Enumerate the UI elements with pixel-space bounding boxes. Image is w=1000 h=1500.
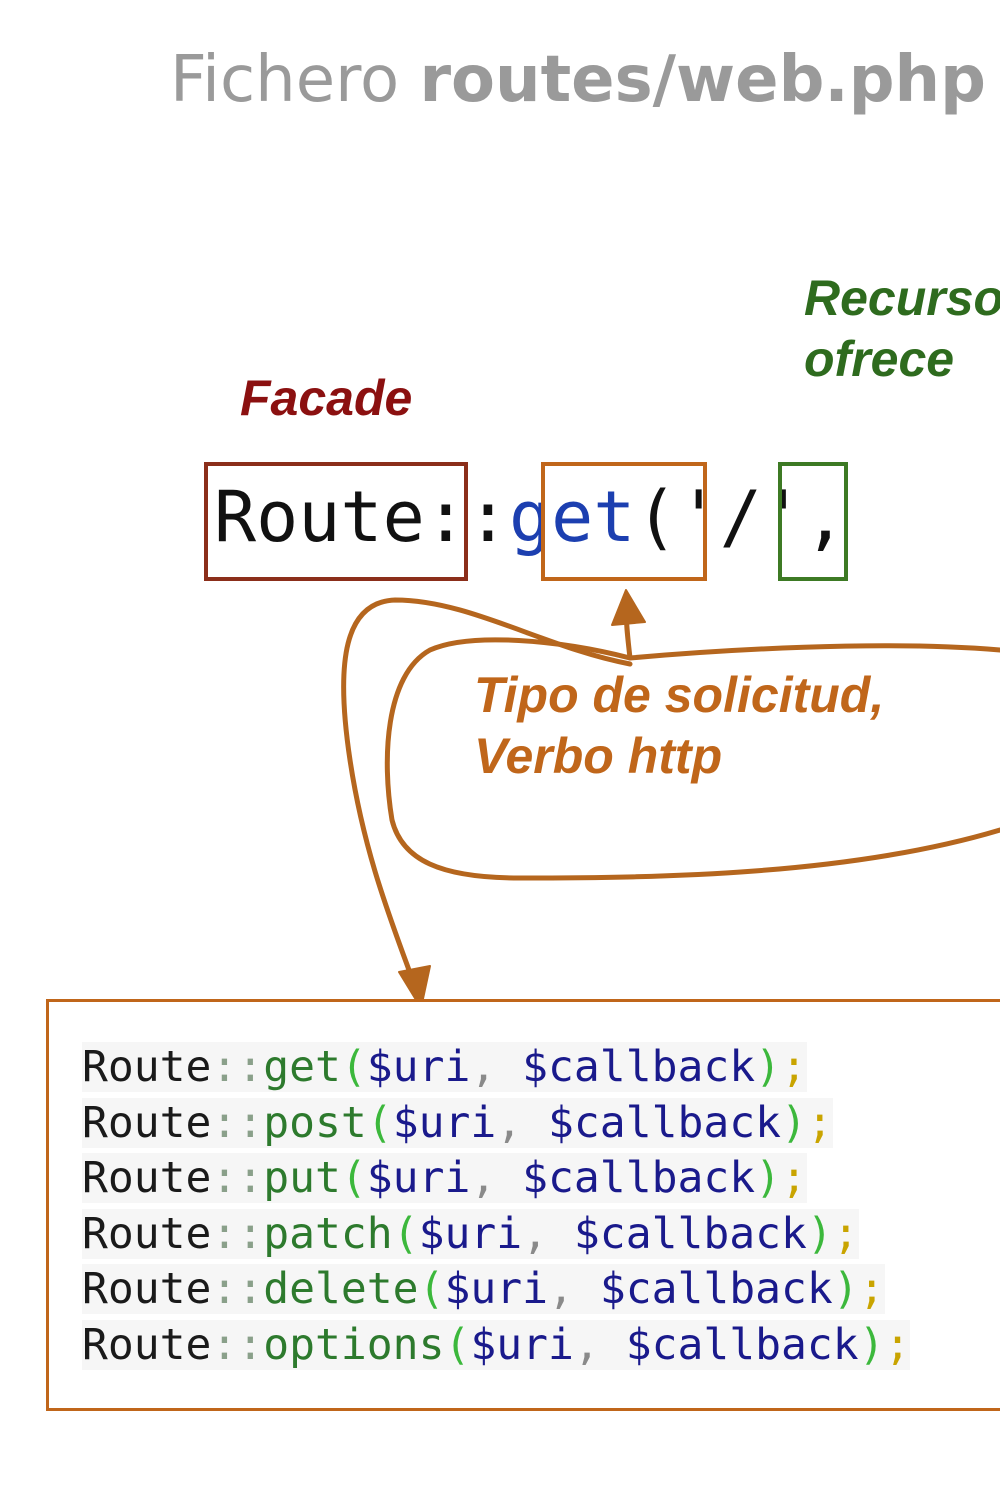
method-sep: :: <box>211 1097 264 1148</box>
method-name: get <box>263 1042 341 1092</box>
method-line-post: Route::post($uri, $callback); <box>82 1096 910 1152</box>
method-close: ) <box>781 1097 807 1148</box>
tipo-loop <box>384 637 1000 881</box>
method-sep: :: <box>211 1319 264 1370</box>
method-comma: , <box>470 1153 523 1203</box>
method-close: ) <box>755 1153 782 1203</box>
method-line-get: Route::get($uri, $callback); <box>82 1040 910 1096</box>
method-line-text: Route::get($uri, $callback); <box>82 1042 807 1092</box>
method-line-text: Route::options($uri, $callback); <box>82 1319 911 1370</box>
method-arg1: $uri <box>366 1153 471 1203</box>
method-line-options: Route::options($uri, $callback); <box>82 1318 911 1374</box>
method-close: ) <box>755 1042 782 1092</box>
method-arg1: $uri <box>366 1042 471 1092</box>
method-arg1: $uri <box>470 1319 574 1370</box>
verb-arrow-head <box>611 589 646 626</box>
method-sep: :: <box>211 1208 264 1259</box>
methods-list: Route::get($uri, $callback); Route::post(… <box>82 1040 911 1374</box>
method-comma: , <box>496 1097 549 1148</box>
method-arg2: $callback <box>625 1319 859 1370</box>
method-arg2: $callback <box>599 1264 833 1314</box>
method-open: ( <box>340 1153 367 1203</box>
method-arg1: $uri <box>418 1208 523 1259</box>
method-close: ) <box>832 1264 859 1314</box>
method-open: ( <box>418 1264 445 1314</box>
method-sep: :: <box>211 1264 264 1314</box>
method-name: options <box>263 1319 445 1370</box>
method-sep: :: <box>211 1153 264 1203</box>
method-line-text: Route::delete($uri, $callback); <box>82 1264 885 1314</box>
method-line-text: Route::put($uri, $callback); <box>82 1153 807 1203</box>
method-comma: , <box>573 1319 626 1370</box>
method-comma: , <box>470 1042 523 1092</box>
method-comma: , <box>522 1208 574 1259</box>
method-line-delete: Route::delete($uri, $callback); <box>82 1262 910 1318</box>
method-line-put: Route::put($uri, $callback); <box>82 1151 910 1207</box>
method-sep: :: <box>211 1042 264 1092</box>
method-arg1: $uri <box>392 1097 497 1148</box>
method-open: ( <box>340 1042 367 1092</box>
method-arg1: $uri <box>444 1264 549 1314</box>
method-open: ( <box>366 1097 393 1148</box>
method-line-patch: Route::patch($uri, $callback); <box>82 1207 910 1263</box>
method-prefix: Route <box>82 1208 212 1259</box>
method-close: ) <box>806 1208 833 1259</box>
method-semi: ; <box>781 1042 807 1092</box>
method-open: ( <box>392 1208 419 1259</box>
method-prefix: Route <box>82 1042 212 1092</box>
method-semi: ; <box>832 1208 859 1259</box>
method-arg2: $callback <box>522 1153 756 1203</box>
method-arg2: $callback <box>548 1097 782 1148</box>
method-close: ) <box>858 1319 885 1370</box>
method-prefix: Route <box>82 1153 212 1203</box>
method-line-text: Route::patch($uri, $callback); <box>82 1208 859 1259</box>
method-prefix: Route <box>82 1097 212 1148</box>
method-open: ( <box>444 1319 471 1370</box>
method-semi: ; <box>858 1264 885 1314</box>
method-prefix: Route <box>82 1319 212 1370</box>
method-arg2: $callback <box>573 1208 807 1259</box>
method-semi: ; <box>781 1153 807 1203</box>
method-name: put <box>263 1153 341 1203</box>
method-arg2: $callback <box>522 1042 756 1092</box>
tipo-loop-top <box>627 643 1000 661</box>
method-line-text: Route::post($uri, $callback); <box>82 1097 833 1148</box>
method-semi: ; <box>806 1097 833 1148</box>
method-semi: ; <box>884 1319 911 1370</box>
method-name: post <box>263 1097 367 1148</box>
method-name: patch <box>263 1208 393 1259</box>
method-name: delete <box>263 1264 419 1314</box>
method-prefix: Route <box>82 1264 212 1314</box>
method-comma: , <box>548 1264 600 1314</box>
